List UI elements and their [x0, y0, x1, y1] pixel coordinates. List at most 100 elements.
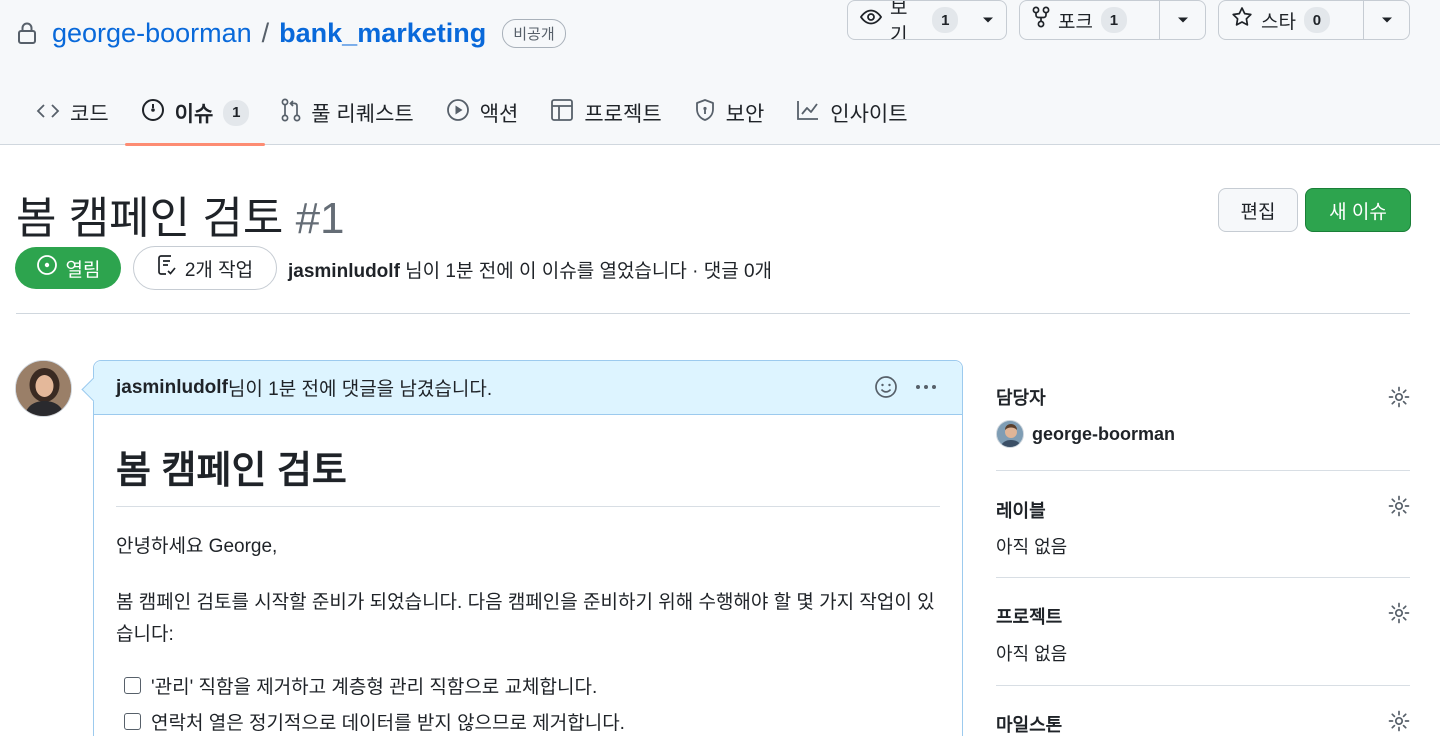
- repo-nav-tabs: 코드 이슈 1 풀 리퀘스트 액션 프로젝트 보안 인사이트: [20, 80, 924, 146]
- tasks-badge[interactable]: 2개 작업: [133, 246, 277, 290]
- code-icon: [36, 101, 60, 125]
- issues-count: 1: [223, 99, 250, 126]
- comment-header-text: 님이 1분 전에 댓글을 남겼습니다.: [227, 379, 493, 400]
- task-list-item: 연락처 열은 정기적으로 데이터를 받지 않으므로 제거합니다.: [116, 703, 940, 736]
- projects-heading: 프로젝트: [996, 607, 1063, 627]
- checklist-icon: [157, 254, 177, 282]
- labels-heading: 레이블: [996, 501, 1046, 521]
- tab-issues[interactable]: 이슈 1: [124, 80, 266, 146]
- milestone-heading: 마일스톤: [996, 715, 1063, 735]
- star-label: 스타: [1261, 11, 1296, 33]
- repo-name-link[interactable]: bank_marketing: [279, 18, 486, 49]
- star-count: 0: [1303, 7, 1330, 33]
- sidebar-projects: 프로젝트 아직 없음: [996, 578, 1410, 686]
- comment-body: 봄 캠페인 검토 안녕하세요 George, 봄 캠페인 검토를 시작할 준비가…: [94, 439, 962, 736]
- issue-opened-icon: [36, 254, 58, 282]
- git-pull-request-icon: [281, 98, 301, 128]
- star-dropdown-button[interactable]: [1363, 1, 1409, 39]
- tab-label: 액션: [479, 102, 519, 126]
- star-button-group: 스타 0: [1218, 0, 1410, 40]
- header-divider: [16, 313, 1410, 314]
- task-text: 연락처 열은 정기적으로 데이터를 받지 않으므로 제거합니다.: [151, 712, 625, 734]
- task-checkbox[interactable]: [124, 676, 141, 694]
- comment-heading: 봄 캠페인 검토: [116, 439, 940, 507]
- issue-meta-text: 님이 1분 전에 이 이슈를 열었습니다 · 댓글 0개: [399, 261, 773, 282]
- fork-button[interactable]: 포크 1: [1020, 1, 1159, 39]
- task-checkbox[interactable]: [124, 712, 141, 730]
- gear-icon[interactable]: [1388, 602, 1410, 624]
- watch-button-group: 보기 1: [847, 0, 1007, 40]
- watch-dropdown-button[interactable]: [970, 1, 1006, 39]
- lock-icon: [16, 21, 40, 45]
- projects-value: 아직 없음: [996, 644, 1068, 664]
- tab-label: 프로젝트: [584, 102, 662, 126]
- comment-author-avatar[interactable]: [15, 360, 72, 417]
- issue-sidebar: 담당자 george-boorman 레이블 아직 없음 프로젝트 아직 없음 …: [996, 360, 1410, 736]
- issue-opened-icon: [141, 98, 165, 128]
- issue-state-label: 열림: [65, 259, 101, 281]
- assignees-heading: 담당자: [996, 388, 1046, 408]
- tasks-label: 2개 작업: [184, 259, 254, 281]
- issue-author-link[interactable]: jasminludolf: [288, 261, 400, 282]
- tab-pull-requests[interactable]: 풀 리퀘스트: [265, 80, 429, 145]
- issue-state-badge: 열림: [15, 247, 121, 289]
- caret-down-icon: [982, 11, 994, 29]
- fork-label: 포크: [1058, 11, 1093, 33]
- sidebar-assignees: 담당자 george-boorman: [996, 360, 1410, 471]
- fork-count: 1: [1100, 7, 1127, 33]
- comment-actions: [874, 375, 938, 405]
- task-list-item: '관리' 직함을 제거하고 계층형 관리 직함으로 교체합니다.: [116, 667, 940, 703]
- tab-label: 풀 리퀘스트: [311, 102, 414, 126]
- repo-separator: /: [261, 17, 270, 48]
- fork-dropdown-button[interactable]: [1159, 1, 1205, 39]
- issue-title-text: 봄 캠페인 검토: [16, 194, 284, 243]
- issue-meta: jasminludolf 님이 1분 전에 이 이슈를 열었습니다 · 댓글 0…: [288, 256, 772, 283]
- tab-security[interactable]: 보안: [678, 80, 781, 145]
- gear-icon[interactable]: [1388, 386, 1410, 408]
- watch-label: 보기: [890, 0, 908, 40]
- comment-author-link[interactable]: jasminludolf: [116, 377, 228, 399]
- tab-label: 이슈: [174, 102, 214, 126]
- gear-icon[interactable]: [1388, 710, 1410, 732]
- gear-icon[interactable]: [1388, 495, 1410, 517]
- play-icon: [446, 98, 470, 128]
- task-text: '관리' 직함을 제거하고 계층형 관리 직함으로 교체합니다.: [151, 676, 598, 698]
- tab-actions[interactable]: 액션: [430, 80, 535, 145]
- assignee-avatar: [996, 420, 1024, 448]
- tab-insights[interactable]: 인사이트: [780, 80, 923, 145]
- repo-owner-link[interactable]: george-boorman: [52, 18, 252, 49]
- repo-header: george-boorman / bank_marketing 비공개 보기 1…: [0, 0, 1440, 146]
- assignee-name: george-boorman: [1032, 423, 1176, 444]
- task-list: '관리' 직함을 제거하고 계층형 관리 직함으로 교체합니다. 연락처 열은 …: [116, 667, 940, 736]
- repo-forked-icon: [1032, 6, 1050, 34]
- star-icon: [1231, 6, 1253, 34]
- sidebar-labels: 레이블 아직 없음: [996, 471, 1410, 578]
- assignee-item[interactable]: george-boorman: [996, 420, 1175, 448]
- issue-title: 봄 캠페인 검토 #1: [16, 182, 345, 246]
- star-button[interactable]: 스타 0: [1219, 1, 1363, 39]
- smiley-icon[interactable]: [874, 375, 898, 405]
- comment-greeting: 안녕하세요 George,: [116, 536, 278, 557]
- tab-code[interactable]: 코드: [20, 80, 125, 145]
- fork-button-group: 포크 1: [1019, 0, 1206, 40]
- table-icon: [550, 98, 574, 128]
- kebab-horizontal-icon[interactable]: [914, 375, 938, 405]
- eye-icon: [859, 9, 883, 31]
- watch-count: 1: [932, 7, 959, 33]
- comment-header: jasminludolf 님이 1분 전에 댓글을 남겼습니다.: [94, 361, 962, 415]
- repo-title: george-boorman / bank_marketing 비공개: [16, 14, 566, 52]
- tab-label: 코드: [70, 102, 109, 126]
- issue-number: #1: [295, 194, 345, 243]
- caret-down-icon: [1177, 11, 1189, 29]
- shield-icon: [694, 98, 716, 128]
- edit-issue-button[interactable]: 편집: [1218, 188, 1298, 232]
- tab-projects[interactable]: 프로젝트: [534, 80, 677, 145]
- tab-label: 인사이트: [830, 102, 908, 126]
- labels-value: 아직 없음: [996, 537, 1068, 557]
- sidebar-milestone: 마일스톤: [996, 686, 1410, 736]
- new-issue-button[interactable]: 새 이슈: [1305, 188, 1411, 232]
- issue-comment: jasminludolf 님이 1분 전에 댓글을 남겼습니다. 봄 캠페인 검…: [93, 360, 963, 736]
- visibility-badge: 비공개: [502, 18, 566, 48]
- watch-button[interactable]: 보기 1: [848, 1, 970, 39]
- caret-down-icon: [1381, 11, 1393, 29]
